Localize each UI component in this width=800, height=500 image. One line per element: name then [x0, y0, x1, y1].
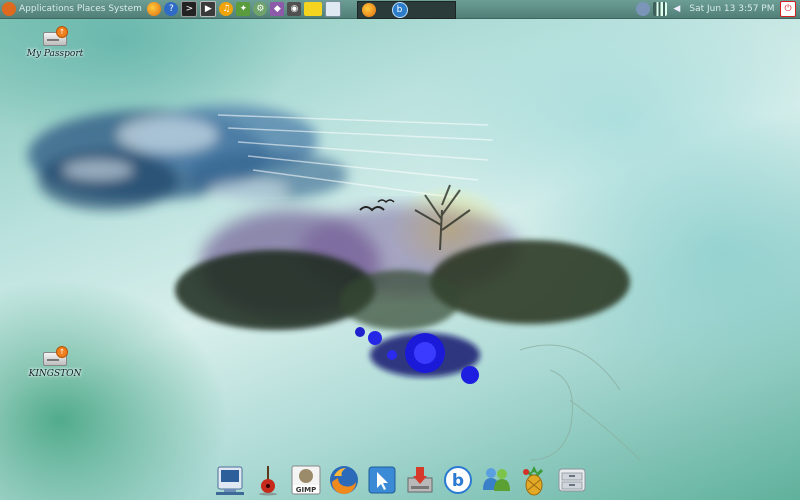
terminal-icon[interactable]: > [181, 1, 198, 17]
desktop-icon-label: KINGSTON [28, 369, 82, 379]
b-app-label: b [452, 471, 464, 491]
network-icon[interactable] [652, 2, 667, 16]
guitar-icon[interactable] [252, 464, 284, 496]
messenger-icon[interactable] [480, 464, 512, 496]
desktop-wallpaper [0, 0, 800, 500]
dock: GIMP b [214, 458, 588, 496]
camera-icon[interactable]: ◉ [287, 2, 302, 16]
banner-icon[interactable] [304, 2, 323, 16]
media-player-icon[interactable]: ▶ [200, 1, 217, 17]
browser-task-icon[interactable]: b [391, 2, 408, 18]
taskbar: b [357, 1, 456, 19]
volume-icon[interactable]: ◀ [670, 2, 684, 16]
gimp-label: GIMP [296, 486, 316, 494]
cursor-app-icon[interactable] [366, 464, 398, 496]
document-icon[interactable] [325, 1, 342, 17]
system-monitor-icon[interactable] [214, 464, 246, 496]
pidgin-icon[interactable]: ◆ [270, 2, 285, 16]
top-panel: Applications Places System ? > ▶ ♫ ✦ ⚙ ◆… [0, 0, 800, 19]
power-icon[interactable]: ⏻ [780, 1, 796, 17]
help-icon[interactable]: ? [164, 2, 179, 16]
firefox-icon[interactable] [147, 2, 162, 16]
desktop-icon-my-passport[interactable]: ↑ My Passport [20, 26, 90, 59]
desktop-icon-kingston[interactable]: ↑ KINGSTON [20, 346, 90, 379]
firefox-task-icon[interactable] [362, 3, 376, 17]
panel-menus[interactable]: Applications Places System [19, 4, 142, 14]
user-icon[interactable] [635, 2, 650, 16]
chat-icon[interactable]: ✦ [236, 2, 251, 16]
gear-icon[interactable]: ⚙ [253, 2, 268, 16]
usb-drive-icon: ↑ [42, 346, 68, 366]
wallpaper-island-art [175, 184, 641, 461]
desktop-icon-label: My Passport [26, 49, 84, 59]
headphones-icon[interactable]: ♫ [219, 2, 234, 16]
b-app-icon[interactable]: b [442, 464, 474, 496]
system-tray: ◀ Sat Jun 13 3:57 PM ⏻ [634, 0, 800, 18]
panel-clock[interactable]: Sat Jun 13 3:57 PM [689, 4, 774, 14]
installer-icon[interactable] [404, 464, 436, 496]
drawer-icon[interactable] [556, 464, 588, 496]
gimp-icon[interactable]: GIMP [290, 464, 322, 496]
ubuntu-logo-icon[interactable] [1, 2, 16, 16]
pineapple-icon[interactable] [518, 464, 550, 496]
external-drive-icon: ↑ [42, 26, 68, 46]
firefox-icon[interactable] [328, 464, 360, 496]
